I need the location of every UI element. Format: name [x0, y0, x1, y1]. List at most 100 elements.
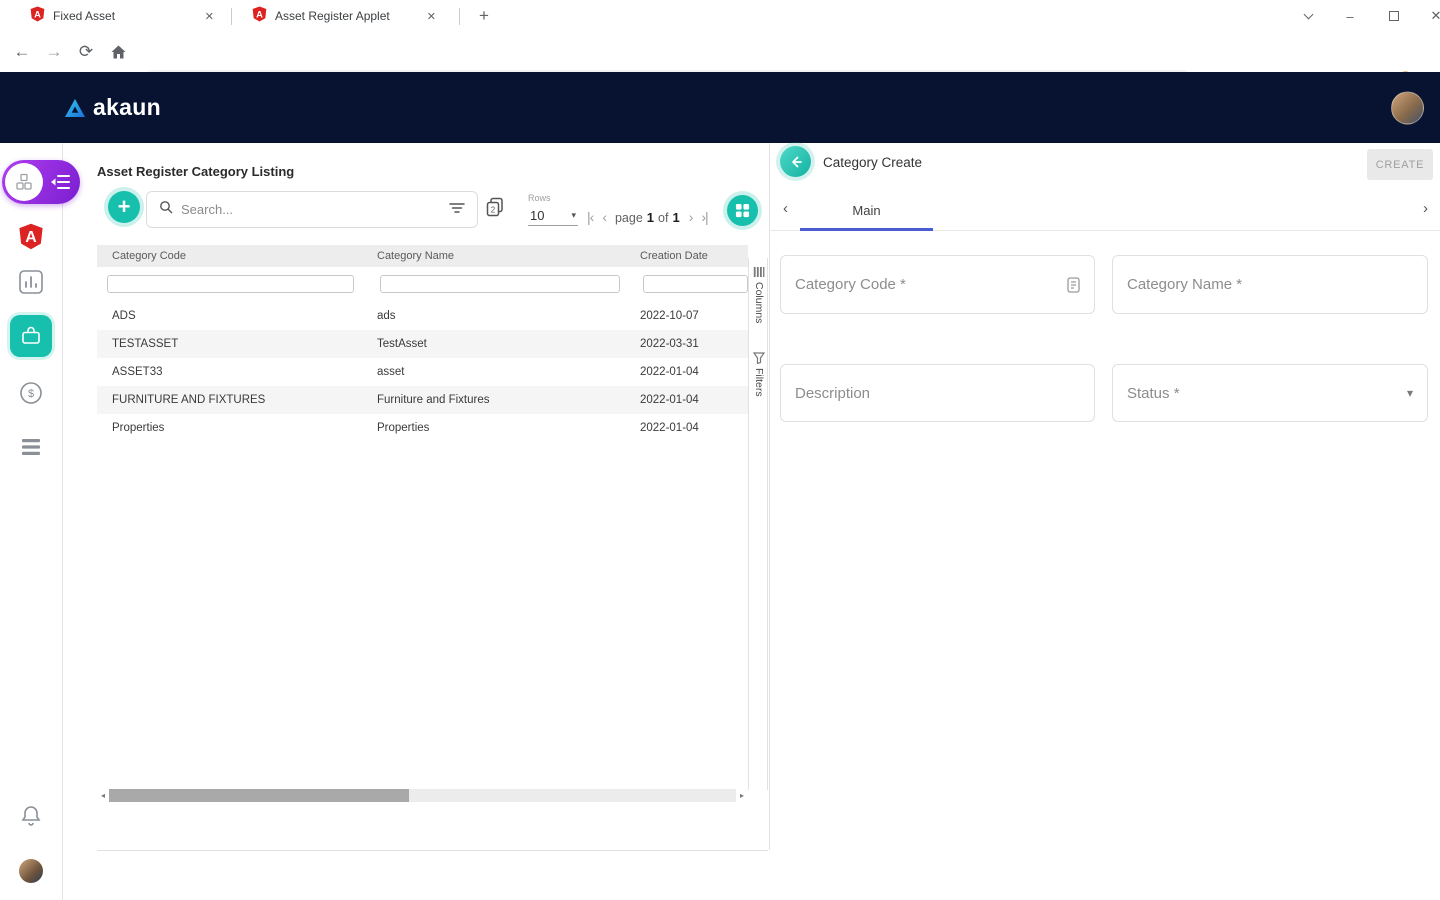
- next-page-button[interactable]: ›: [689, 209, 693, 225]
- app-header: akaun: [0, 72, 1440, 143]
- cell-category-name: Properties: [362, 422, 625, 434]
- tab-separator: [459, 8, 460, 25]
- brand-logo[interactable]: akaun: [64, 94, 161, 121]
- column-header-category-name[interactable]: Category Name: [362, 250, 625, 262]
- table-filter-row: [97, 267, 748, 302]
- scrollbar-track[interactable]: [109, 789, 736, 802]
- sidebar-applet-switcher[interactable]: [2, 160, 80, 204]
- prev-page-button[interactable]: ‹: [602, 209, 606, 225]
- browser-tab-asset-register-applet[interactable]: A Asset Register Applet ✕: [238, 0, 450, 32]
- browser-tab-fixed-asset[interactable]: A Fixed Asset ✕: [16, 0, 228, 32]
- table-row[interactable]: ASSET33 asset 2022-01-04: [97, 358, 748, 386]
- cell-category-code: ASSET33: [97, 366, 362, 378]
- svg-text:A: A: [256, 9, 263, 19]
- user-avatar[interactable]: [1391, 91, 1424, 124]
- page-indicator: page 1 of 1: [615, 210, 680, 225]
- table-body: ADS ads 2022-10-07 TESTASSET TestAsset 2…: [97, 302, 748, 442]
- total-pages: 1: [672, 210, 679, 225]
- duplicate-page-button[interactable]: 2: [486, 197, 504, 223]
- table-row[interactable]: TESTASSET TestAsset 2022-03-31: [97, 330, 748, 358]
- panel-title: Category Create: [823, 155, 922, 170]
- table-row[interactable]: FURNITURE AND FIXTURES Furniture and Fix…: [97, 386, 748, 414]
- category-name-field[interactable]: Category Name *: [1112, 255, 1428, 314]
- pagination: |‹ ‹ page 1 of 1 › ›|: [587, 206, 708, 228]
- tab-scroll-right-button[interactable]: ›: [1423, 200, 1428, 217]
- address-bar: ← → ⟳ akaun.cloud/#/applet/tnt/wavelet/e…: [0, 32, 1440, 72]
- cell-category-name: asset: [362, 366, 625, 378]
- tab-scroll-left-button[interactable]: ‹: [783, 200, 788, 217]
- cell-category-code: FURNITURE AND FIXTURES: [97, 394, 362, 406]
- brand-triangle-icon: [64, 98, 86, 118]
- browser-home-button[interactable]: [106, 44, 130, 60]
- cell-category-name: ads: [362, 310, 625, 322]
- cell-category-name: TestAsset: [362, 338, 625, 350]
- browser-reload-button[interactable]: ⟳: [74, 42, 98, 62]
- description-field[interactable]: Description: [780, 364, 1095, 422]
- tab-main[interactable]: Main: [820, 189, 913, 231]
- funnel-icon: [753, 352, 765, 364]
- bell-icon: [21, 805, 41, 827]
- sidebar-item-reports[interactable]: [18, 269, 44, 295]
- detail-tab-bar: ‹ Main ›: [770, 189, 1440, 231]
- browser-back-button[interactable]: ←: [10, 42, 34, 62]
- grid-view-button[interactable]: [727, 195, 758, 226]
- last-page-button[interactable]: ›|: [701, 209, 707, 225]
- sidebar-item-tables[interactable]: [20, 436, 42, 458]
- status-select[interactable]: Status * ▾: [1112, 364, 1428, 422]
- browser-forward-button[interactable]: →: [42, 42, 66, 62]
- grid-icon: [735, 203, 750, 218]
- window-maximize-button[interactable]: [1374, 0, 1414, 32]
- scrollbar-thumb[interactable]: [109, 789, 409, 802]
- column-header-creation-date[interactable]: Creation Date: [625, 250, 748, 262]
- new-tab-button[interactable]: +: [472, 4, 496, 28]
- cell-category-name: Furniture and Fixtures: [362, 394, 625, 406]
- sidebar-item-fixed-asset-active[interactable]: [10, 315, 52, 357]
- sidebar-user-avatar[interactable]: [19, 859, 43, 883]
- tab-close-icon[interactable]: ✕: [423, 8, 440, 25]
- create-button[interactable]: CREATE: [1367, 149, 1433, 180]
- brand-name: akaun: [93, 94, 161, 121]
- first-page-button[interactable]: |‹: [587, 209, 593, 225]
- filter-input-category-name[interactable]: [380, 275, 620, 293]
- rows-label: Rows: [528, 193, 578, 203]
- columns-tool-button[interactable]: Columns: [749, 266, 769, 323]
- table-row[interactable]: ADS ads 2022-10-07: [97, 302, 748, 330]
- filter-lines-icon[interactable]: [449, 201, 465, 219]
- filters-tool-button[interactable]: Filters: [749, 352, 769, 397]
- cell-category-code: TESTASSET: [97, 338, 362, 350]
- filter-input-category-code[interactable]: [107, 275, 354, 293]
- current-page: 1: [647, 210, 654, 225]
- sidebar-item-acrobat[interactable]: A: [18, 223, 44, 250]
- window-dropdown-button[interactable]: [1288, 0, 1328, 32]
- tab-title: Asset Register Applet: [275, 9, 415, 23]
- search-box: [146, 191, 478, 228]
- menu-toggle-icon[interactable]: [50, 174, 71, 190]
- listing-title: Asset Register Category Listing: [97, 164, 294, 179]
- sidebar: A $: [0, 143, 63, 900]
- search-icon: [159, 200, 173, 219]
- sidebar-item-currency[interactable]: $: [19, 381, 43, 405]
- maximize-icon: [1389, 11, 1399, 21]
- pages-icon: 2: [486, 197, 504, 218]
- listing-panel: Asset Register Category Listing + 2 Rows…: [63, 143, 770, 900]
- category-code-field[interactable]: Category Code *: [780, 255, 1095, 314]
- window-close-button[interactable]: ✕: [1416, 0, 1440, 32]
- column-header-category-code[interactable]: Category Code: [97, 250, 362, 262]
- scroll-right-arrow[interactable]: ▸: [736, 791, 748, 800]
- table-row[interactable]: Properties Properties 2022-01-04: [97, 414, 748, 442]
- tab-close-icon[interactable]: ✕: [201, 8, 218, 25]
- window-minimize-button[interactable]: –: [1330, 0, 1370, 32]
- search-input[interactable]: [181, 202, 441, 217]
- back-button[interactable]: [780, 146, 811, 177]
- add-category-button[interactable]: +: [108, 191, 140, 223]
- cell-creation-date: 2022-01-04: [625, 422, 748, 434]
- rows-per-page-select[interactable]: Rows 10 ▾: [528, 193, 578, 226]
- filter-input-creation-date[interactable]: [643, 275, 748, 293]
- table-rows-icon: [20, 436, 42, 458]
- cell-creation-date: 2022-03-31: [625, 338, 748, 350]
- sidebar-item-notifications[interactable]: [21, 805, 41, 827]
- applet-cubes-icon[interactable]: [5, 163, 43, 201]
- cell-creation-date: 2022-10-07: [625, 310, 748, 322]
- scroll-left-arrow[interactable]: ◂: [97, 791, 109, 800]
- horizontal-scrollbar: ◂ ▸: [97, 788, 748, 802]
